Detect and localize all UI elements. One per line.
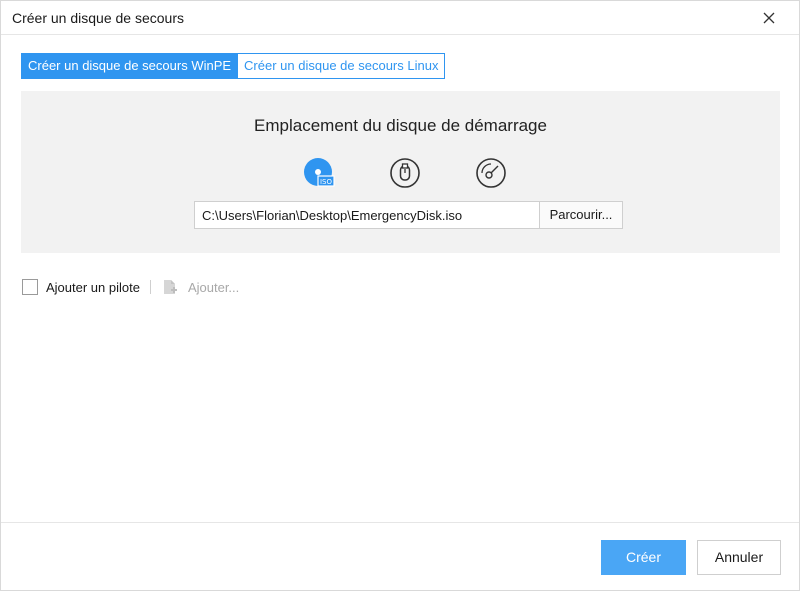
iso-disc-icon: ISO (304, 158, 335, 187)
close-icon (763, 12, 775, 24)
rescue-disk-dialog: Créer un disque de secours Créer un disq… (0, 0, 800, 591)
add-file-icon (163, 279, 177, 295)
title-bar: Créer un disque de secours (1, 1, 799, 35)
add-driver-checkbox[interactable] (22, 279, 38, 295)
media-options: ISO (21, 157, 780, 191)
cd-option[interactable] (475, 157, 507, 189)
driver-row: Ajouter un pilote Ajouter... (22, 277, 239, 297)
divider (149, 280, 151, 294)
tab-winpe[interactable]: Créer un disque de secours WinPE (21, 53, 239, 79)
create-button[interactable]: Créer (601, 540, 686, 575)
usb-drive-icon (390, 158, 420, 188)
iso-path-input[interactable] (194, 201, 540, 229)
close-button[interactable] (759, 8, 779, 28)
add-driver-button[interactable]: Ajouter... (188, 280, 239, 295)
tab-bar: Créer un disque de secours WinPE Créer u… (21, 53, 446, 79)
tab-linux[interactable]: Créer un disque de secours Linux (238, 53, 446, 79)
dialog-footer: Créer Annuler (1, 522, 799, 590)
iso-badge-text: ISO (320, 178, 333, 186)
cancel-button[interactable]: Annuler (697, 540, 781, 575)
usb-option[interactable] (389, 157, 421, 189)
add-driver-label: Ajouter un pilote (46, 279, 140, 295)
cd-dvd-icon (476, 158, 506, 188)
browse-button[interactable]: Parcourir... (539, 201, 623, 229)
panel-heading: Emplacement du disque de démarrage (254, 116, 547, 135)
boot-location-panel: Emplacement du disque de démarrage ISO C… (21, 91, 780, 253)
dialog-title: Créer un disque de secours (12, 10, 184, 26)
iso-option[interactable]: ISO (303, 157, 335, 189)
